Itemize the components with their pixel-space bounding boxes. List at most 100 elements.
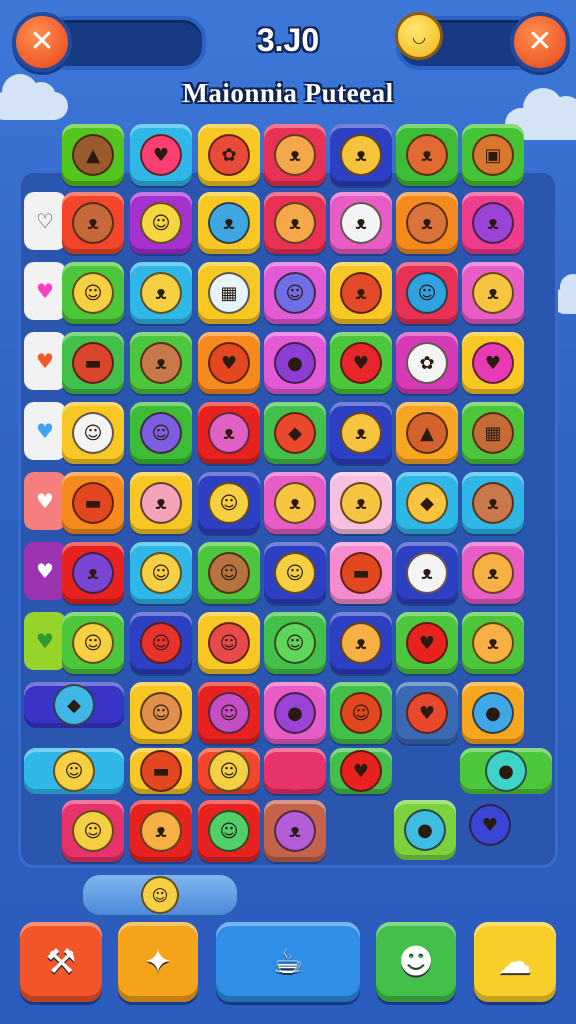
game-tile[interactable]: ᴥ — [396, 192, 458, 254]
drop-icon: ● — [472, 692, 514, 734]
game-tile[interactable]: ᴥ — [198, 192, 260, 254]
game-tile[interactable]: ☺ — [62, 402, 124, 464]
game-tile[interactable]: ☺ — [198, 748, 260, 794]
game-tile[interactable]: ▬ — [62, 332, 124, 394]
side-heart-tile[interactable]: ♥ — [24, 542, 66, 600]
game-tile[interactable]: ♥ — [130, 124, 192, 186]
face-icon: ☺ — [208, 750, 250, 792]
game-tile[interactable]: ᴥ — [462, 612, 524, 674]
game-tile[interactable]: ▬ — [62, 472, 124, 534]
game-tile[interactable]: ▲ — [62, 124, 124, 186]
side-heart-tile[interactable]: ♥ — [24, 332, 66, 390]
blob-icon: ☺ — [208, 622, 250, 664]
game-tile[interactable]: ᴥ — [264, 472, 326, 534]
game-tile[interactable]: ᴥ — [62, 192, 124, 254]
game-tile[interactable]: ☺ — [130, 542, 192, 604]
game-tile[interactable]: ♥ — [330, 748, 392, 794]
game-tile[interactable]: ☺ — [198, 542, 260, 604]
game-tile[interactable]: ☺ — [62, 262, 124, 324]
game-tile[interactable]: ᴥ — [264, 124, 326, 186]
game-tile[interactable] — [264, 748, 326, 794]
game-tile[interactable]: ᴥ — [330, 612, 392, 674]
side-heart-tile[interactable]: ♡ — [24, 192, 66, 250]
side-heart-tile[interactable]: ♥ — [24, 402, 66, 460]
game-tile[interactable]: ◆ — [24, 682, 124, 728]
game-tile[interactable]: ☺ — [264, 542, 326, 604]
game-tile[interactable]: ♥ — [198, 332, 260, 394]
game-tile[interactable]: ♥ — [462, 332, 524, 394]
game-tile[interactable]: ▦ — [462, 402, 524, 464]
game-tile[interactable]: ☺ — [264, 612, 326, 674]
game-tile[interactable]: ᴥ — [462, 192, 524, 254]
game-tile[interactable]: ☺ — [396, 262, 458, 324]
cup-button[interactable]: ☕ — [216, 922, 360, 1002]
game-tile[interactable]: ▬ — [330, 542, 392, 604]
side-heart-tile[interactable]: ♥ — [24, 472, 66, 530]
game-tile[interactable]: ● — [462, 682, 524, 744]
game-tile[interactable]: ☺ — [198, 800, 260, 862]
side-heart-tile[interactable]: ♥ — [24, 612, 66, 670]
game-tile[interactable]: ▲ — [396, 402, 458, 464]
game-tile[interactable]: ☺ — [24, 748, 124, 794]
game-tile[interactable]: ᴥ — [130, 332, 192, 394]
game-tile[interactable]: ᴥ — [330, 124, 392, 186]
game-tile[interactable]: ᴥ — [462, 262, 524, 324]
game-tile[interactable]: ✿ — [396, 332, 458, 394]
heart-icon: ♥ — [36, 629, 54, 653]
hammer-button[interactable]: ⚒ — [20, 922, 102, 1002]
game-tile[interactable]: ☺ — [130, 192, 192, 254]
game-tile[interactable]: ᴥ — [130, 472, 192, 534]
game-tile[interactable]: ◆ — [396, 472, 458, 534]
balloon-icon: ● — [274, 342, 316, 384]
game-tile[interactable]: ᴥ — [198, 402, 260, 464]
game-tile[interactable]: ᴥ — [396, 124, 458, 186]
game-tile[interactable]: ᴥ — [264, 800, 326, 862]
game-tile[interactable]: ᴥ — [130, 800, 192, 862]
game-tile[interactable]: ☺ — [130, 682, 192, 744]
game-tile[interactable]: ☺ — [264, 262, 326, 324]
game-tile[interactable]: ☺ — [130, 612, 192, 674]
booster-pill[interactable]: ☺ — [80, 872, 240, 918]
game-tile[interactable]: ♥ — [330, 332, 392, 394]
game-tile[interactable]: ● — [264, 332, 326, 394]
game-tile[interactable]: ● — [264, 682, 326, 744]
game-tile[interactable]: ᴥ — [462, 542, 524, 604]
box-icon: ▣ — [472, 134, 514, 176]
game-tile[interactable]: ♥ — [396, 682, 458, 744]
game-tile[interactable]: ᴥ — [396, 542, 458, 604]
game-tile[interactable]: ☺ — [330, 682, 392, 744]
game-tile[interactable]: ▣ — [462, 124, 524, 186]
game-tile[interactable]: ▬ — [130, 748, 192, 794]
game-tile[interactable]: ᴥ — [462, 472, 524, 534]
game-tile[interactable]: ☺ — [130, 402, 192, 464]
game-tile[interactable]: ᴥ — [264, 192, 326, 254]
game-tile[interactable]: ☺ — [62, 612, 124, 674]
game-tile[interactable]: ᴥ — [330, 472, 392, 534]
game-tile[interactable]: ☺ — [62, 800, 124, 862]
hat-icon: ▬ — [72, 342, 114, 384]
game-tile[interactable]: ● — [394, 800, 456, 860]
game-tile[interactable]: ☺ — [198, 472, 260, 534]
game-tile[interactable]: ☺ — [198, 682, 260, 744]
game-tile[interactable]: ♥ — [462, 800, 518, 850]
game-tile[interactable]: ◆ — [264, 402, 326, 464]
game-tile[interactable]: ᴥ — [62, 542, 124, 604]
game-tile[interactable]: ☺ — [198, 612, 260, 674]
shuffle-button[interactable]: ✦ — [118, 922, 198, 1002]
game-tile[interactable]: ᴥ — [330, 262, 392, 324]
game-tile[interactable]: ♥ — [396, 612, 458, 674]
game-tile[interactable]: ᴥ — [330, 192, 392, 254]
cloud-button[interactable]: ☁ — [474, 922, 556, 1002]
game-tile[interactable]: ✿ — [198, 124, 260, 186]
hat-icon: ▬ — [140, 750, 182, 792]
chick-button[interactable]: ☻ — [376, 922, 456, 1002]
game-tile[interactable]: ᴥ — [330, 402, 392, 464]
game-tile[interactable]: ᴥ — [130, 262, 192, 324]
deer-icon: ᴥ — [472, 482, 514, 524]
chick-icon: ☺ — [53, 750, 95, 792]
devil-icon: ᴥ — [472, 202, 514, 244]
game-tile[interactable]: ● — [460, 748, 552, 794]
side-heart-tile[interactable]: ♥ — [24, 262, 66, 320]
game-tile[interactable]: ▦ — [198, 262, 260, 324]
heart-icon: ♥ — [340, 342, 382, 384]
